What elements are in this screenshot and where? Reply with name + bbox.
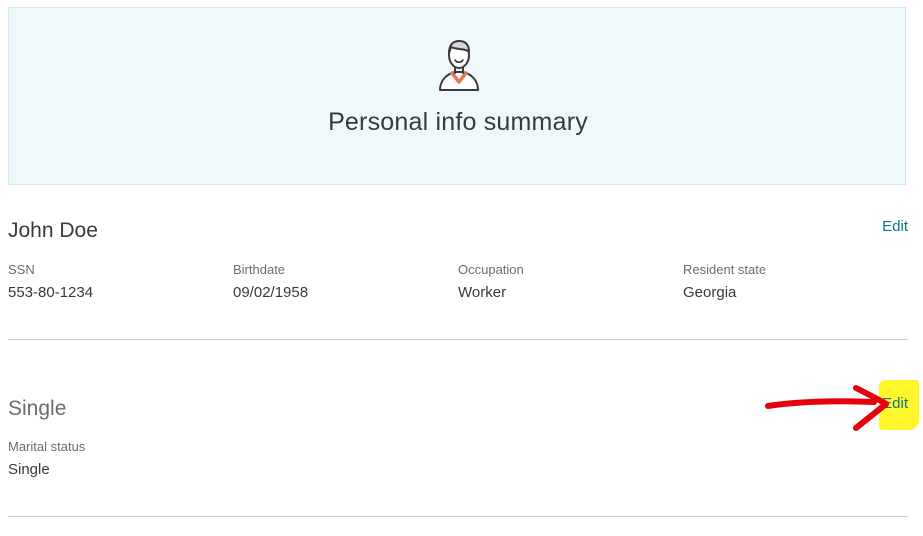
birthdate-value: 09/02/1958 bbox=[233, 284, 309, 301]
edit-personal-details-link[interactable]: Edit bbox=[882, 218, 908, 235]
personal-details-section: John Doe Edit SSN 553-80-1234 Birthdate … bbox=[8, 216, 908, 316]
resident-state-label: Resident state bbox=[683, 262, 767, 277]
annotation-arrow-icon bbox=[765, 385, 889, 431]
person-name: John Doe bbox=[8, 219, 98, 242]
marital-status-label: Marital status bbox=[8, 439, 86, 454]
summary-header-banner: Personal info summary bbox=[8, 7, 906, 185]
section-divider bbox=[8, 516, 908, 517]
ssn-value: 553-80-1234 bbox=[8, 284, 94, 301]
resident-state-value: Georgia bbox=[683, 284, 737, 301]
section-divider bbox=[8, 339, 908, 340]
person-avatar-icon bbox=[439, 40, 479, 91]
personal-info-summary-page: Personal info summary John Doe Edit SSN … bbox=[0, 0, 923, 536]
page-title: Personal info summary bbox=[328, 108, 588, 136]
marital-status-value: Single bbox=[8, 461, 50, 478]
occupation-label: Occupation bbox=[458, 262, 524, 277]
marital-section-title: Single bbox=[8, 397, 67, 420]
birthdate-label: Birthdate bbox=[233, 262, 286, 277]
ssn-label: SSN bbox=[8, 262, 35, 277]
occupation-value: Worker bbox=[458, 284, 507, 301]
